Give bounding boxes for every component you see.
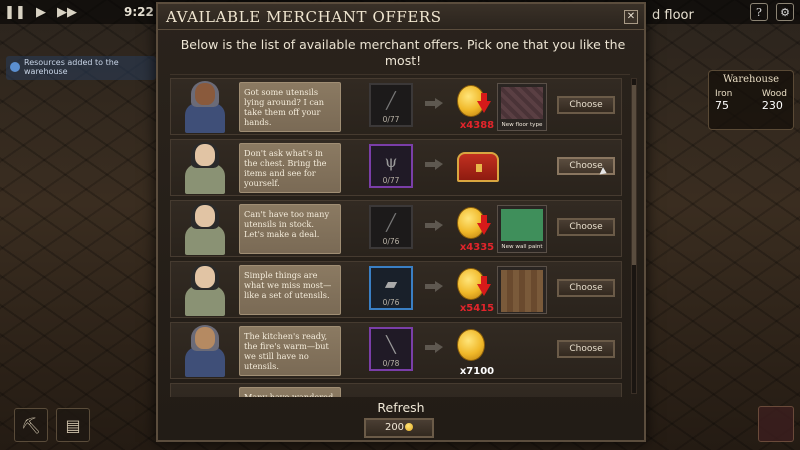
floor-tile-icon <box>501 87 543 119</box>
offer-text: Don't ask what's in the chest. Bring the… <box>239 143 341 193</box>
required-item-slot[interactable]: ╱ 0/76 <box>369 205 413 249</box>
merchant-portrait <box>179 203 233 255</box>
arrow-right-icon <box>425 342 443 353</box>
warehouse-left-label: Iron <box>715 89 733 99</box>
offer-text: Many have wandered <box>239 387 341 397</box>
merchant-portrait <box>179 81 233 133</box>
decrease-arrow-head <box>477 101 491 113</box>
offer-row: Don't ask what's in the chest. Bring the… <box>170 139 622 196</box>
merchant-portrait <box>179 325 233 377</box>
door-handle-icon <box>501 270 543 312</box>
required-item-slot[interactable]: ╲ 0/78 <box>369 327 413 371</box>
offer-row: The kitchen's ready, the fire's warm—but… <box>170 322 622 379</box>
item-count: 0/78 <box>382 359 400 368</box>
reward-slot[interactable] <box>497 266 547 314</box>
cursor-icon <box>599 167 609 177</box>
hud-right-controls: ? ⚙ <box>750 3 794 21</box>
dialog-description: Below is the list of available merchant … <box>180 37 626 68</box>
merchant-offers-dialog: AVAILABLE MERCHANT OFFERS ✕ Below is the… <box>156 2 646 442</box>
close-button[interactable]: ✕ <box>624 10 638 24</box>
offers-scrollbar[interactable] <box>631 78 637 394</box>
pause-icon[interactable]: ❚❚ <box>4 3 26 21</box>
choose-button[interactable]: Choose <box>557 340 615 358</box>
offer-row: Simple things are what we miss most—like… <box>170 261 622 318</box>
gold-coin-icon <box>457 329 485 361</box>
arrow-right-icon <box>425 159 443 170</box>
warehouse-title: Warehouse <box>722 74 780 85</box>
offer-text: The kitchen's ready, the fire's warm—but… <box>239 326 341 376</box>
notification-text: Resources added to the warehouse <box>24 58 119 76</box>
required-item-slot[interactable]: ▰ 0/76 <box>369 266 413 310</box>
offer-text: Can't have too many utensils in stock. L… <box>239 204 341 254</box>
info-icon <box>10 62 20 72</box>
knife-icon: ╲ <box>386 335 396 354</box>
choose-button[interactable]: Choose <box>557 96 615 114</box>
warehouse-right-value: 230 <box>761 99 783 112</box>
offer-price: x5415 <box>459 303 495 314</box>
decrease-arrow-head <box>477 223 491 235</box>
offer-text: Got some utensils lying around? I can ta… <box>239 82 341 132</box>
offers-list[interactable]: Got some utensils lying around? I can ta… <box>170 74 630 397</box>
refresh-label: Refresh <box>377 400 425 415</box>
pickaxe-tool-icon[interactable]: ⛏ <box>14 408 48 442</box>
reward-slot[interactable]: New floor type <box>497 83 547 131</box>
dialog-title: AVAILABLE MERCHANT OFFERS <box>166 8 442 26</box>
utensils-icon: ╱ <box>386 91 396 110</box>
required-item-slot[interactable]: ψ 0/77 <box>369 144 413 188</box>
merchant-portrait <box>179 142 233 194</box>
arrow-right-icon <box>425 281 443 292</box>
play-icon[interactable]: ▶ <box>32 3 50 21</box>
offer-price: x7100 <box>459 366 495 377</box>
warehouse-right-label: Wood <box>761 89 787 99</box>
merchant-portrait <box>179 264 233 316</box>
choose-button[interactable]: Choose <box>557 279 615 297</box>
game-clock: 9:22 <box>124 5 154 19</box>
scrollbar-thumb[interactable] <box>632 85 636 265</box>
refresh-button[interactable]: 200 <box>364 418 434 438</box>
offer-price: x4335 <box>459 242 495 253</box>
utensils-icon: ╱ <box>386 213 396 232</box>
wall-paint-icon <box>501 209 543 241</box>
offer-row: Can't have too many utensils in stock. L… <box>170 200 622 257</box>
fast-forward-icon[interactable]: ▶▶ <box>57 3 77 21</box>
floor-label[interactable]: d floor <box>652 8 694 23</box>
item-count: 0/77 <box>382 115 400 124</box>
item-count: 0/76 <box>382 298 400 307</box>
help-button[interactable]: ? <box>750 3 768 21</box>
dialog-header: AVAILABLE MERCHANT OFFERS ✕ <box>158 4 644 30</box>
offer-text: Simple things are what we miss most—like… <box>239 265 341 315</box>
offer-row: Got some utensils lying around? I can ta… <box>170 78 622 135</box>
item-count: 0/76 <box>382 237 400 246</box>
treasure-chest-icon <box>457 152 499 182</box>
fork-icon: ψ <box>384 152 398 171</box>
scroll-tool-icon[interactable]: ▤ <box>56 408 90 442</box>
build-menu-icon[interactable] <box>758 406 794 442</box>
arrow-right-icon <box>425 220 443 231</box>
offer-row: Many have wandered <box>170 383 622 397</box>
reward-label: New wall paint <box>501 244 543 250</box>
warehouse-left-value: 75 <box>715 99 729 112</box>
reward-label: New floor type <box>501 122 543 128</box>
warehouse-panel[interactable]: Warehouse Iron 75 Wood 230 <box>708 70 794 130</box>
notification-toast[interactable]: Resources added to the warehouse <box>6 56 156 80</box>
coin-icon <box>405 423 414 431</box>
item-count: 0/77 <box>382 176 400 185</box>
reward-slot[interactable]: New wall paint <box>497 205 547 253</box>
refresh-cost: 200 <box>384 422 405 433</box>
decrease-arrow-head <box>477 284 491 296</box>
settings-icon[interactable]: ⚙ <box>776 3 794 21</box>
arrow-right-icon <box>425 98 443 109</box>
choose-button[interactable]: Choose <box>557 218 615 236</box>
offer-price: x4388 <box>459 120 495 131</box>
cleaver-icon: ▰ <box>384 274 398 293</box>
required-item-slot[interactable]: ╱ 0/77 <box>369 83 413 127</box>
